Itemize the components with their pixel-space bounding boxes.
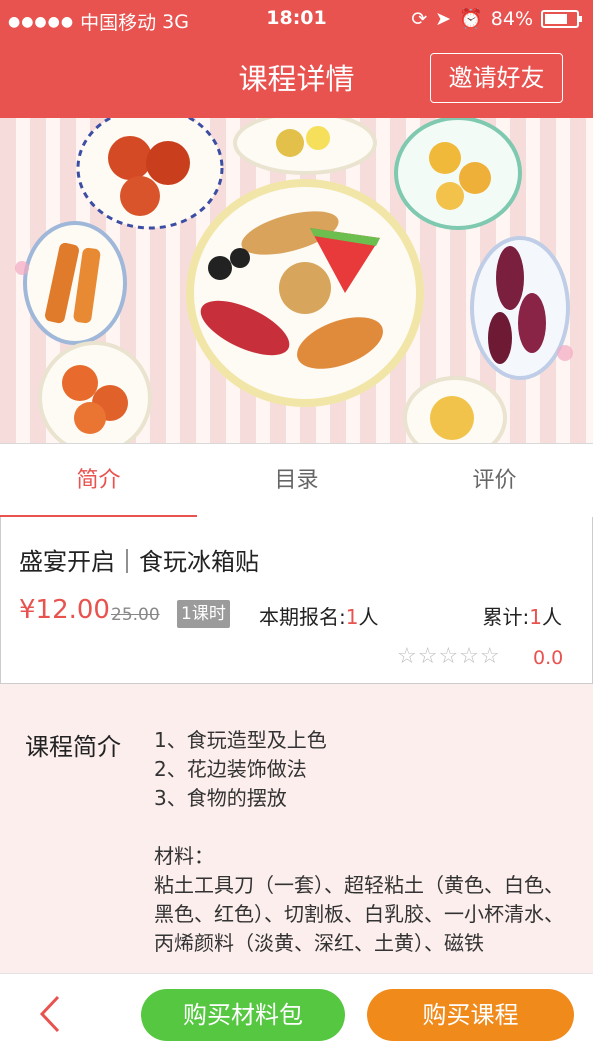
tab-catalog-label: 目录 (274, 468, 319, 493)
status-right: ⟳ ➤ ⏰ 84% (411, 7, 582, 30)
intro-line (154, 813, 574, 842)
lesson-count-badge: 1课时 (177, 600, 230, 628)
lock-rotation-icon: ⟳ (411, 7, 428, 30)
battery-percent: 84% (490, 7, 533, 30)
nav-bar: 课程详情 邀请好友 (0, 38, 593, 118)
original-price: 25.00 (111, 605, 160, 625)
enroll-count: 本期报名:1人 (259, 601, 378, 630)
intro-line: 2、花边装饰做法 (154, 757, 307, 781)
course-title: 盛宴开启｜食玩冰箱贴 (19, 548, 259, 576)
tab-bar: 简介 目录 评价 (0, 443, 593, 518)
tab-reviews-label: 评价 (472, 468, 517, 493)
intro-line: 1、食玩造型及上色 (154, 728, 327, 752)
course-price: ¥12.00 (19, 595, 110, 625)
course-intro-section: 课程简介 1、食玩造型及上色 2、花边装饰做法 3、食物的摆放 材料： 粘土工具… (0, 684, 593, 974)
invite-friends-button[interactable]: 邀请好友 (430, 53, 563, 103)
total-count: 累计:1人 (483, 601, 562, 630)
total-label: 累计: (482, 605, 530, 629)
tab-intro[interactable]: 简介 (0, 444, 197, 518)
back-arrow-icon[interactable] (38, 994, 62, 1034)
intro-line: 粘土工具刀（一套）、超轻粘土（黄色、白色、黑色、红色）、切割板、白乳胶、一小杯清… (154, 873, 564, 955)
tab-reviews[interactable]: 评价 (396, 444, 593, 517)
tab-intro-label: 简介 (76, 468, 121, 493)
alarm-icon: ⏰ (459, 8, 483, 30)
bottom-action-bar: 购买材料包 购买课程 (0, 973, 593, 1054)
intro-line: 3、食物的摆放 (154, 786, 287, 810)
battery-icon (541, 9, 582, 28)
course-cover-image[interactable] (0, 118, 593, 443)
course-info-card: 盛宴开启｜食玩冰箱贴 ¥12.00 25.00 1课时 本期报名:1人 累计:1… (0, 517, 593, 684)
rating-score: 0.0 (533, 647, 564, 669)
intro-line: 材料： (154, 844, 214, 868)
rating-stars: ☆☆☆☆☆ (397, 644, 501, 669)
status-bar: ●●●●● 中国移动 3G 18:01 ⟳ ➤ ⏰ 84% (0, 0, 593, 38)
intro-text: 1、食玩造型及上色 2、花边装饰做法 3、食物的摆放 材料： 粘土工具刀（一套）… (154, 726, 574, 958)
enroll-label: 本期报名: (259, 605, 346, 629)
location-icon: ➤ (435, 7, 452, 30)
buy-kit-button[interactable]: 购买材料包 (141, 989, 345, 1041)
enroll-number: 1 (345, 605, 359, 629)
buy-course-button[interactable]: 购买课程 (367, 989, 574, 1041)
total-number: 1 (529, 605, 542, 629)
food-illustration (15, 118, 573, 443)
tab-catalog[interactable]: 目录 (198, 444, 395, 517)
intro-heading: 课程简介 (25, 733, 121, 761)
enroll-unit: 人 (358, 605, 379, 629)
total-unit: 人 (542, 605, 562, 629)
